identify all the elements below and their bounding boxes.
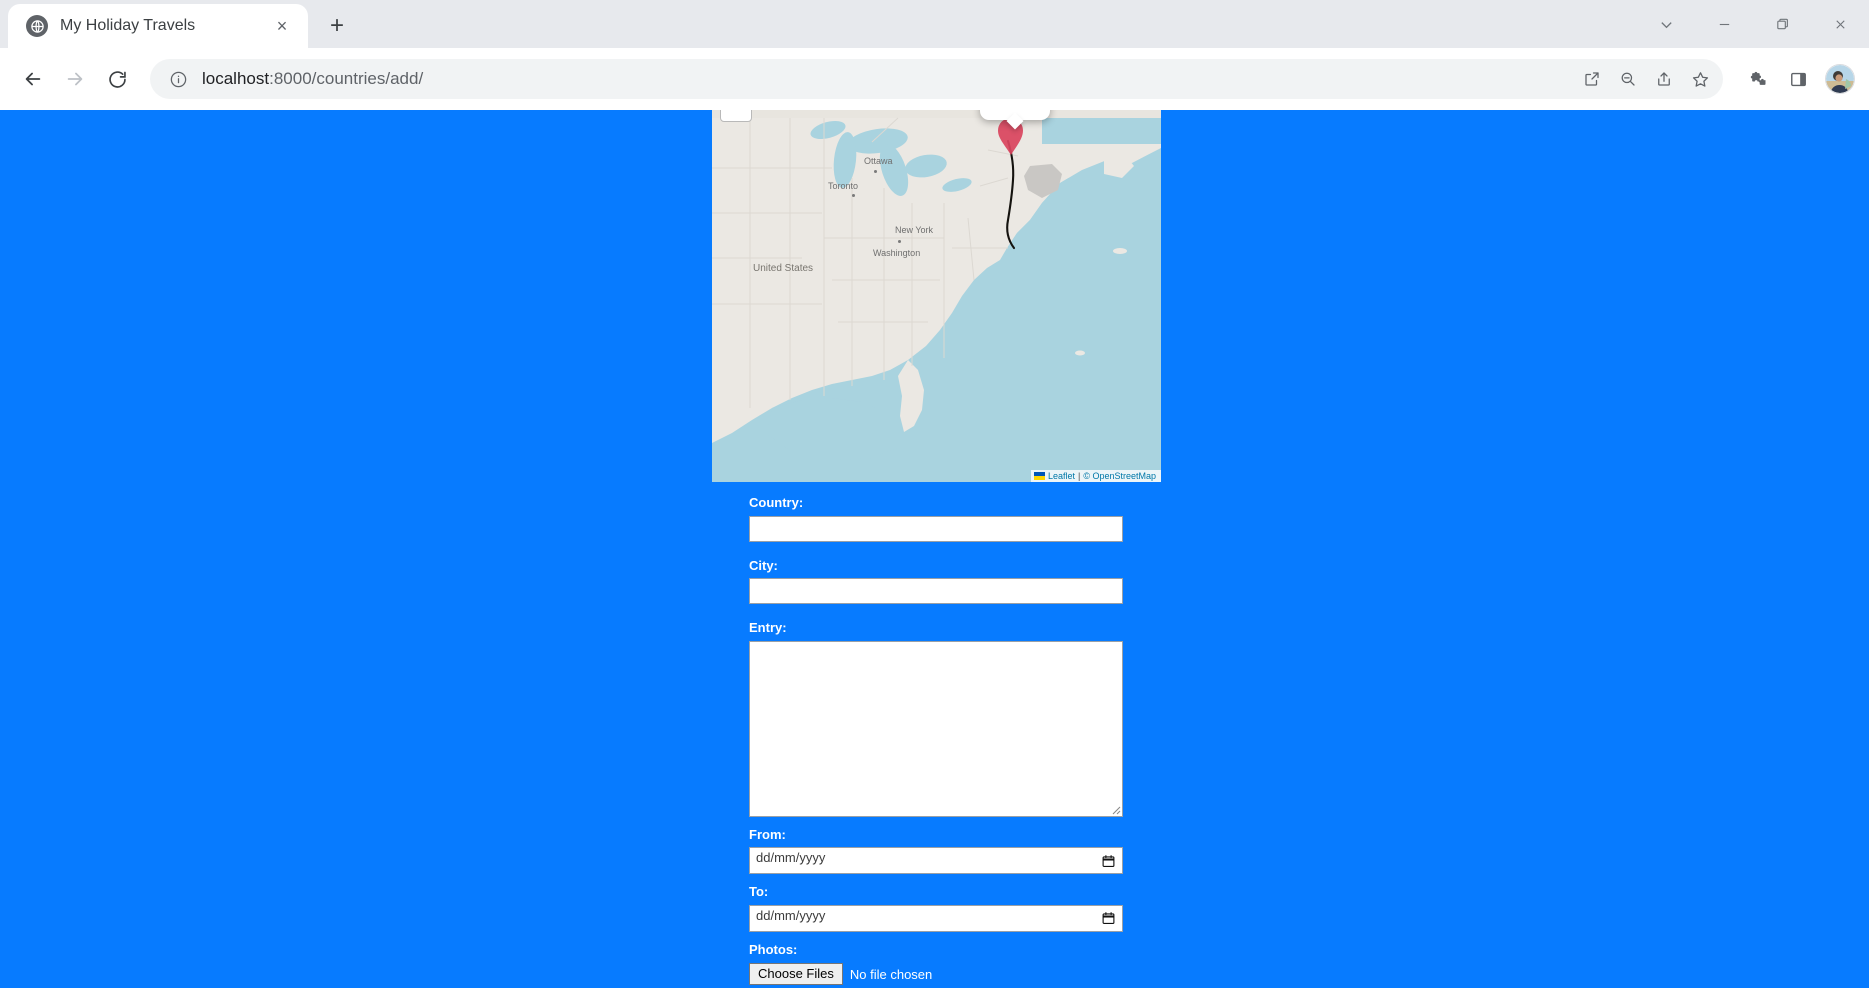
calendar-icon[interactable] xyxy=(1102,912,1115,925)
country-field-group: Country: xyxy=(749,495,1125,542)
browser-toolbar: localhost:8000/countries/add/ xyxy=(0,48,1869,110)
tab-title: My Holiday Travels xyxy=(60,17,196,34)
map-popup[interactable]: Boston ✕ xyxy=(980,110,1051,130)
omnibox-actions xyxy=(1575,62,1717,96)
city-input[interactable] xyxy=(749,578,1123,605)
address-bar[interactable]: localhost:8000/countries/add/ xyxy=(150,59,1723,99)
city-dot-toronto xyxy=(852,194,855,197)
country-input[interactable] xyxy=(749,515,1123,542)
file-input-row: Choose Files No file chosen xyxy=(749,962,1125,986)
from-date-input[interactable]: dd/mm/yyyy xyxy=(749,847,1123,875)
page-viewport: Ottawa Toronto New York Washington Unite… xyxy=(0,110,1869,988)
map-label-ottawa: Ottawa xyxy=(864,156,893,166)
from-label: From: xyxy=(749,826,786,842)
map-label-united-states: United States xyxy=(753,263,814,274)
attribution-separator: | xyxy=(1077,471,1081,481)
map-geometry xyxy=(712,117,1161,482)
back-button[interactable] xyxy=(14,60,52,98)
city-dot-ottawa xyxy=(874,170,877,173)
openstreetmap-link[interactable]: © OpenStreetMap xyxy=(1083,471,1156,481)
open-in-new-icon[interactable] xyxy=(1575,62,1609,96)
minimize-icon[interactable] xyxy=(1695,1,1753,47)
browser-tab[interactable]: My Holiday Travels × xyxy=(8,4,308,48)
from-date-placeholder: dd/mm/yyyy xyxy=(756,850,826,866)
to-date-wrap: dd/mm/yyyy xyxy=(749,904,1123,932)
country-label: Country: xyxy=(749,495,804,510)
entry-field-group: Entry: xyxy=(749,620,1125,817)
browser-window: My Holiday Travels × + localhost:8000/co… xyxy=(0,0,1869,988)
toolbar-right-icons xyxy=(1737,62,1855,96)
extensions-puzzle-icon[interactable] xyxy=(1741,62,1775,96)
no-file-chosen-text: No file chosen xyxy=(849,966,933,982)
url-path: :8000/countries/add/ xyxy=(269,69,424,88)
map-attribution: Leaflet | © OpenStreetMap xyxy=(1030,470,1161,482)
add-country-form: Country: City: Entry: From: dd/mm/yyyy T… xyxy=(749,495,1125,988)
city-field-group: City: xyxy=(749,558,1125,605)
bookmark-star-icon[interactable] xyxy=(1683,62,1717,96)
photos-field-group: Photos: Choose Files No file chosen xyxy=(749,941,1125,986)
to-date-placeholder: dd/mm/yyyy xyxy=(756,907,826,923)
entry-textarea-holder xyxy=(749,640,1123,817)
maximize-icon[interactable] xyxy=(1753,1,1811,47)
tab-search-icon[interactable] xyxy=(1637,1,1695,47)
new-tab-button[interactable]: + xyxy=(320,9,354,43)
share-icon[interactable] xyxy=(1647,62,1681,96)
leaflet-map[interactable]: Ottawa Toronto New York Washington Unite… xyxy=(712,110,1161,482)
map-canvas[interactable]: Ottawa Toronto New York Washington Unite… xyxy=(712,110,1161,482)
calendar-icon[interactable] xyxy=(1102,854,1115,867)
to-date-input[interactable]: dd/mm/yyyy xyxy=(749,904,1123,932)
map-label-toronto: Toronto xyxy=(828,181,859,191)
map-zoom-control[interactable] xyxy=(720,110,752,122)
to-field-group: To: dd/mm/yyyy xyxy=(749,884,1125,932)
map-label-washington: Washington xyxy=(873,248,921,258)
map-label-new-york: New York xyxy=(895,225,934,235)
city-label: City: xyxy=(749,557,778,573)
from-date-wrap: dd/mm/yyyy xyxy=(749,847,1123,875)
info-circle-icon[interactable] xyxy=(166,67,190,91)
entry-label: Entry: xyxy=(749,620,787,636)
url-text: localhost:8000/countries/add/ xyxy=(202,69,1575,89)
url-host: localhost xyxy=(202,69,270,88)
ukraine-flag-icon xyxy=(1033,472,1045,480)
popup-title: Boston xyxy=(994,110,1028,113)
close-icon[interactable]: × xyxy=(270,14,294,38)
side-panel-icon[interactable] xyxy=(1781,62,1815,96)
choose-files-button[interactable]: Choose Files xyxy=(749,962,843,986)
globe-icon xyxy=(26,15,48,37)
window-controls xyxy=(1637,0,1869,48)
zoom-out-icon[interactable] xyxy=(1611,62,1645,96)
from-field-group: From: dd/mm/yyyy xyxy=(749,827,1125,875)
profile-avatar[interactable] xyxy=(1825,64,1855,94)
entry-textarea[interactable] xyxy=(749,640,1123,817)
tab-strip: My Holiday Travels × + xyxy=(0,0,1869,48)
reload-button[interactable] xyxy=(98,60,136,98)
leaflet-link[interactable]: Leaflet xyxy=(1048,471,1075,481)
to-label: To: xyxy=(749,884,769,900)
photos-label: Photos: xyxy=(749,941,798,957)
window-close-icon[interactable] xyxy=(1811,1,1869,47)
forward-button xyxy=(56,60,94,98)
city-dot-washington xyxy=(898,240,901,243)
